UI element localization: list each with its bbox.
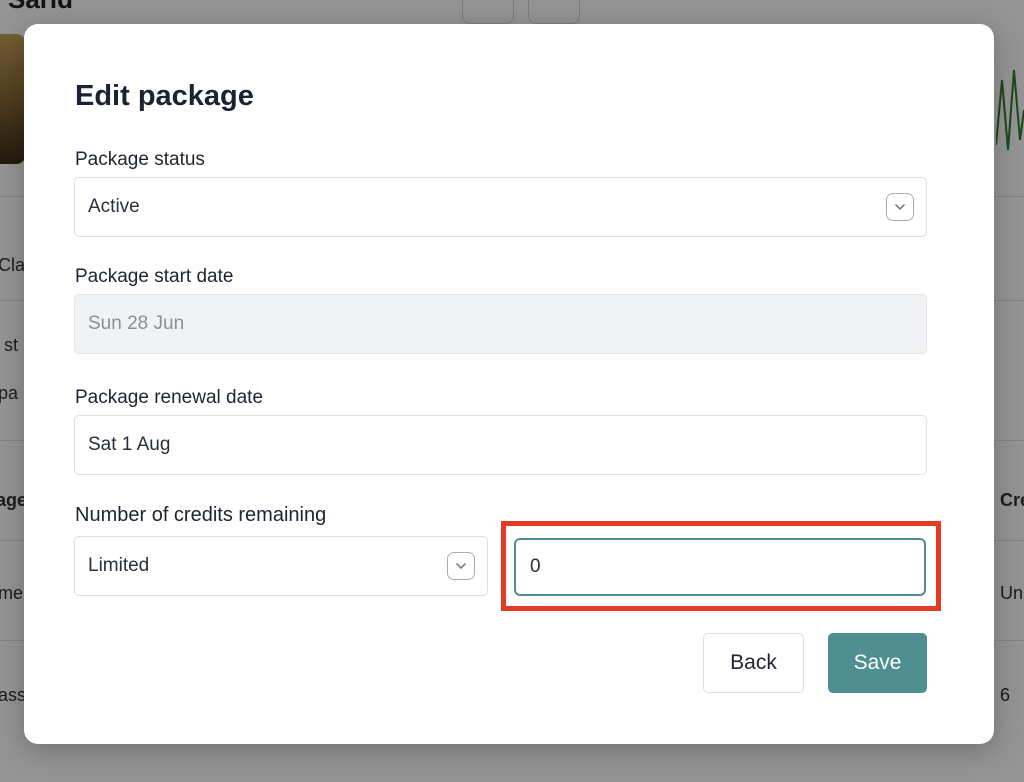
package-status-value: Active xyxy=(88,196,140,217)
credits-mode-select[interactable]: Limited xyxy=(74,536,488,596)
package-renewal-date-field[interactable]: Sat 1 Aug xyxy=(74,415,927,475)
edit-package-dialog: Edit package Package status Active Packa… xyxy=(24,24,994,744)
package-start-date-field: Sun 28 Jun xyxy=(74,294,927,354)
credits-mode-value: Limited xyxy=(88,555,150,576)
chevron-down-icon xyxy=(886,193,914,221)
package-start-date-label: Package start date xyxy=(75,266,234,287)
chevron-down-icon xyxy=(447,552,475,580)
back-button[interactable]: Back xyxy=(703,633,804,693)
dialog-title: Edit package xyxy=(75,80,254,112)
package-renewal-date-label: Package renewal date xyxy=(75,387,264,408)
credits-remaining-input[interactable] xyxy=(514,538,926,596)
package-start-date-value: Sun 28 Jun xyxy=(88,313,185,334)
package-status-label: Package status xyxy=(75,149,205,170)
package-status-select[interactable]: Active xyxy=(74,177,927,237)
credits-remaining-label: Number of credits remaining xyxy=(75,504,327,526)
package-renewal-date-value: Sat 1 Aug xyxy=(88,434,171,455)
save-button[interactable]: Save xyxy=(828,633,927,693)
